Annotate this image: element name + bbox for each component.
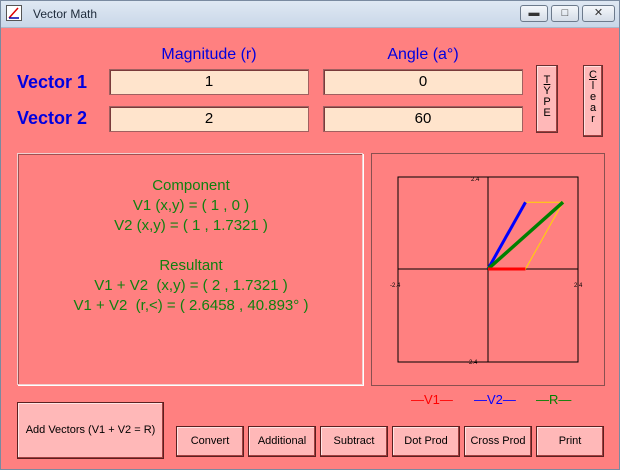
add-vectors-button[interactable]: Add Vectors (V1 + V2 = R) (17, 402, 164, 459)
legend-v1: —V1— (411, 392, 453, 407)
minimize-button[interactable]: ▬ (520, 5, 548, 22)
subtract-button[interactable]: Subtract (320, 426, 388, 457)
vector2-label: Vector 2 (17, 108, 88, 128)
clear-button[interactable]: Clear (583, 65, 603, 137)
results-panel: Component V1 (x,y) = ( 1 , 0 ) V2 (x,y) … (17, 153, 363, 385)
y-max-tick: 2.4 (471, 177, 480, 183)
clear-button-letter: r (591, 113, 595, 125)
title-bar[interactable]: Vector Math ▬ □ ✕ (1, 1, 619, 28)
x-max-tick: 2.4 (574, 283, 583, 289)
v1-components: V1 (x,y) = ( 1 , 0 ) (132, 197, 250, 214)
additional-button[interactable]: Additional (248, 426, 316, 457)
vector2-angle-input[interactable]: 60 (323, 106, 523, 132)
vector1-magnitude-input[interactable]: 1 (109, 69, 309, 95)
window-title: Vector Math (33, 7, 98, 21)
legend-r: —R— (536, 392, 572, 407)
x-min-tick: -2.4 (390, 283, 401, 289)
v2-vector (486, 201, 527, 270)
vector-graph-svg: 2.4 -2.4 -2.4 2.4 (390, 176, 583, 366)
cross-product-button[interactable]: Cross Prod (464, 426, 532, 457)
resultant-vector (486, 200, 565, 271)
legend-v2: —V2— (474, 392, 516, 407)
vector2-magnitude-input[interactable]: 2 (109, 106, 309, 132)
maximize-icon: □ (561, 7, 569, 19)
vector1-label: Vector 1 (17, 72, 88, 92)
print-button[interactable]: Print (536, 426, 604, 457)
v2-components: V2 (x,y) = ( 1 , 1.7321 ) (114, 217, 268, 234)
close-icon: ✕ (593, 7, 604, 19)
type-button-letter: E (543, 107, 551, 119)
vector-graph: 2.4 -2.4 -2.4 2.4 (371, 153, 605, 386)
minimize-icon: ▬ (528, 7, 540, 19)
app-icon (6, 5, 22, 21)
component-title: Component (152, 177, 230, 194)
magnitude-header: Magnitude (r) (161, 46, 257, 63)
maximize-button[interactable]: □ (551, 5, 579, 22)
resultant-title: Resultant (159, 257, 223, 274)
y-min-tick: -2.4 (467, 360, 478, 366)
convert-button[interactable]: Convert (176, 426, 244, 457)
type-button[interactable]: TYPE (536, 65, 558, 133)
resultant-xy: V1 + V2 (x,y) = ( 2 , 1.7321 ) (94, 277, 288, 294)
resultant-polar: V1 + V2 (r,<) = ( 2.6458 , 40.893° ) (73, 297, 309, 314)
vector1-angle-input[interactable]: 0 (323, 69, 523, 95)
dot-product-button[interactable]: Dot Prod (392, 426, 460, 457)
angle-header: Angle (a°) (387, 46, 459, 63)
close-button[interactable]: ✕ (582, 5, 615, 22)
vector-math-window: Vector Math ▬ □ ✕ Magnitude (r) Angle (a… (0, 0, 620, 470)
